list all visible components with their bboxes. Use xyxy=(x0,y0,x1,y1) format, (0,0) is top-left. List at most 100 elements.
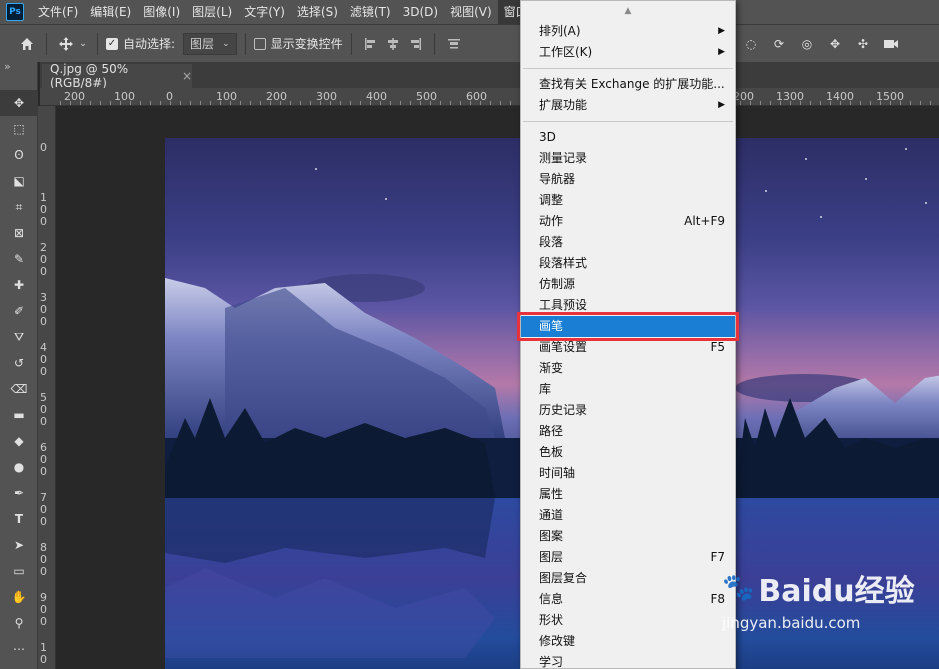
ruler-tick xyxy=(770,101,771,105)
menu-item[interactable]: 动作 Alt+F9 xyxy=(521,211,735,232)
ruler-label: 7 0 0 xyxy=(40,491,47,528)
ruler-label: 0 xyxy=(40,141,47,154)
ruler-label: 2 0 0 xyxy=(40,241,47,278)
layer-select-value: 图层 xyxy=(190,37,215,51)
3d-orbit-icon[interactable]: ◌ xyxy=(740,33,762,55)
menu-item[interactable]: 学习 xyxy=(521,652,735,669)
marquee-tool-icon[interactable]: ⬚ xyxy=(0,116,38,142)
menu-item[interactable]: 图层复合 xyxy=(521,568,735,589)
ruler-tick xyxy=(760,101,761,105)
menu-6[interactable]: 选择(S) xyxy=(291,0,344,24)
move-tool-icon[interactable]: ✥ xyxy=(0,90,38,116)
menu-item[interactable]: 图层 F7 xyxy=(521,547,735,568)
align-top-icon[interactable] xyxy=(443,33,465,55)
3d-pan-icon[interactable]: ✥ xyxy=(824,33,846,55)
ruler-tick xyxy=(210,101,211,105)
menu-item[interactable]: 修改键 xyxy=(521,631,735,652)
brush-tool-icon[interactable]: ✐ xyxy=(0,298,38,324)
menu-item[interactable]: 属性 xyxy=(521,484,735,505)
ruler-tick xyxy=(880,101,881,105)
menu-1[interactable]: 文件(F) xyxy=(32,0,84,24)
3d-rotate-icon[interactable]: ⟳ xyxy=(768,33,790,55)
menu-item[interactable]: 画笔设置 F5 xyxy=(521,337,735,358)
menu-item[interactable]: 查找有关 Exchange 的扩展功能... xyxy=(521,74,735,95)
menu-item[interactable]: 色板 xyxy=(521,442,735,463)
menu-4[interactable]: 图层(L) xyxy=(186,0,238,24)
menu-item[interactable]: 库 xyxy=(521,379,735,400)
crop-tool-icon[interactable]: ⌗ xyxy=(0,194,38,220)
zoom-tool-icon[interactable]: ⚲ xyxy=(0,610,38,636)
checkbox-icon xyxy=(253,37,266,50)
scroll-up-arrow-icon[interactable]: ▲ xyxy=(521,1,735,21)
paw-logo-icon: 🐾 xyxy=(722,573,755,603)
gradient-tool-icon[interactable]: ▬ xyxy=(0,402,38,428)
3d-slide-icon[interactable]: ✣ xyxy=(852,33,874,55)
menu-item-brush-highlighted[interactable]: 画笔 xyxy=(517,312,739,341)
object-select-tool-icon[interactable]: ⬕ xyxy=(0,168,38,194)
menu-item[interactable]: 段落 xyxy=(521,232,735,253)
menu-item[interactable]: 形状 xyxy=(521,610,735,631)
document-tab[interactable]: Q.jpg @ 50%(RGB/8#) × xyxy=(42,62,192,90)
pen-tool-icon[interactable]: ✒ xyxy=(0,480,38,506)
menu-item[interactable]: 扩展功能 ▶ xyxy=(521,95,735,116)
chevron-down-icon[interactable]: ⌄ xyxy=(77,33,89,55)
menu-item[interactable]: 段落样式 xyxy=(521,253,735,274)
healing-brush-icon[interactable]: ✚ xyxy=(0,272,38,298)
menu-item[interactable]: 排列(A) ▶ xyxy=(521,21,735,42)
menu-item[interactable]: 图案 xyxy=(521,526,735,547)
ruler-label: 4 0 0 xyxy=(40,341,47,378)
menu-7[interactable]: 滤镜(T) xyxy=(344,0,397,24)
align-right-icon[interactable] xyxy=(404,33,426,55)
menu-item[interactable]: 通道 xyxy=(521,505,735,526)
menu-item[interactable]: 历史记录 xyxy=(521,400,735,421)
auto-select-checkbox[interactable]: ✓ 自动选择: xyxy=(106,35,175,52)
dodge-tool-icon[interactable]: ● xyxy=(0,454,38,480)
frame-tool-icon[interactable]: ⊠ xyxy=(0,220,38,246)
blur-tool-icon[interactable]: ◆ xyxy=(0,428,38,454)
menu-item[interactable]: 工作区(K) ▶ xyxy=(521,42,735,63)
3d-roll-icon[interactable]: ◎ xyxy=(796,33,818,55)
menu-item[interactable]: 信息 F8 xyxy=(521,589,735,610)
toolbox-collapse-icon[interactable]: » xyxy=(0,61,37,90)
clone-stamp-icon[interactable]: ⛛ xyxy=(0,324,38,350)
hand-tool-icon[interactable]: ✋ xyxy=(0,584,38,610)
more-tools-icon[interactable]: ⋯ xyxy=(0,636,38,662)
path-select-icon[interactable]: ➤ xyxy=(0,532,38,558)
menu-item[interactable]: 渐变 xyxy=(521,358,735,379)
menu-3[interactable]: 图像(I) xyxy=(137,0,186,24)
layer-select-dropdown[interactable]: 图层 ⌄ xyxy=(183,32,237,55)
align-center-icon[interactable] xyxy=(382,33,404,55)
home-icon[interactable] xyxy=(16,33,38,55)
eyedropper-tool-icon[interactable]: ✎ xyxy=(0,246,38,272)
horizontal-ruler[interactable]: 200 100 0 100 200 300 400 500 600 1200 1300 1400 150… xyxy=(40,88,939,106)
ruler-tick xyxy=(910,101,911,105)
menu-item[interactable]: 调整 xyxy=(521,190,735,211)
show-transform-checkbox[interactable]: 显示变换控件 xyxy=(253,35,343,52)
menu-9[interactable]: 视图(V) xyxy=(444,0,498,24)
eraser-tool-icon[interactable]: ⌫ xyxy=(0,376,38,402)
menu-item[interactable]: 时间轴 xyxy=(521,463,735,484)
menu-item[interactable]: 测量记录 xyxy=(521,148,735,169)
rectangle-tool-icon[interactable]: ▭ xyxy=(0,558,38,584)
3d-camera-icon[interactable] xyxy=(880,33,902,55)
menu-item[interactable]: 导航器 xyxy=(521,169,735,190)
menu-5[interactable]: 文字(Y) xyxy=(238,0,291,24)
menu-item[interactable]: 仿制源 xyxy=(521,274,735,295)
type-tool-icon[interactable]: T xyxy=(0,506,38,532)
menu-item[interactable]: 工具预设 xyxy=(521,295,735,316)
menu-2[interactable]: 编辑(E) xyxy=(84,0,137,24)
menu-item[interactable]: 3D xyxy=(521,127,735,148)
menu-8[interactable]: 3D(D) xyxy=(397,0,444,24)
move-tool-preset-icon[interactable] xyxy=(55,33,77,55)
menu-item-label: 图案 xyxy=(539,529,564,543)
ruler-tick xyxy=(810,101,811,105)
close-icon[interactable]: × xyxy=(182,69,192,83)
history-brush-icon[interactable]: ↺ xyxy=(0,350,38,376)
lasso-tool-icon[interactable]: ʘ xyxy=(0,142,38,168)
ruler-tick xyxy=(380,101,381,105)
menu-item[interactable]: 路径 xyxy=(521,421,735,442)
watermark-url: jingyan.baidu.com xyxy=(722,614,861,632)
align-left-icon[interactable] xyxy=(360,33,382,55)
vertical-ruler[interactable]: 0 1 0 0 2 0 0 3 0 0 4 0 0 5 0 0 6 0 0 7 0 0 8 0 … xyxy=(38,106,56,669)
menu-item-label: 历史记录 xyxy=(539,403,588,417)
